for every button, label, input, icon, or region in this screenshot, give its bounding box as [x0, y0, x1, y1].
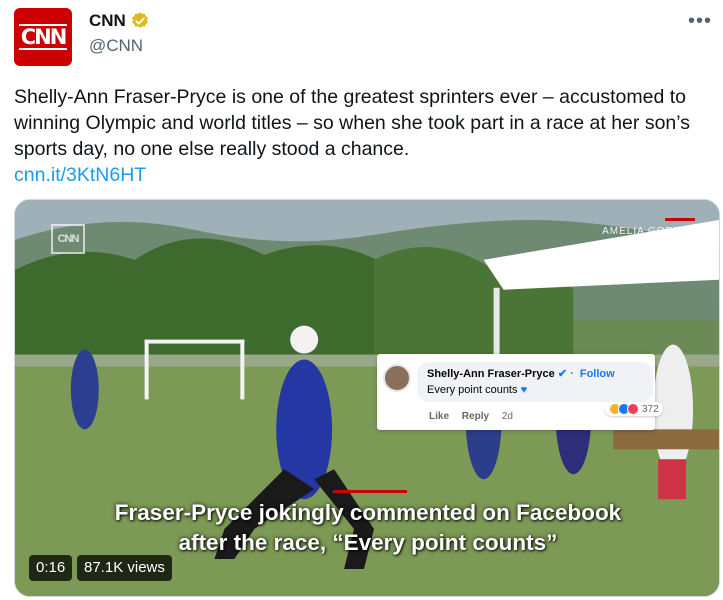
video-caption-line-1: Fraser-Pryce jokingly commented on Faceb…	[114, 500, 622, 525]
tweet-link[interactable]: cnn.it/3KtN6HT	[14, 162, 719, 188]
display-name[interactable]: CNN	[89, 11, 126, 31]
tweet-text: Shelly-Ann Fraser-Pryce is one of the gr…	[14, 84, 719, 188]
video-player[interactable]: CNN AMELIA GORDON Shelly-Ann Fraser-Pryc…	[14, 199, 720, 597]
facebook-comment-text: Every point counts ♥	[427, 384, 527, 396]
handle[interactable]: @CNN	[89, 36, 143, 56]
video-timestamp: 0:16	[29, 555, 73, 581]
facebook-follow: Follow	[579, 368, 615, 380]
caption-accent-bar	[333, 490, 407, 493]
tweet-header: CNN CNN @CNN •••	[14, 8, 714, 66]
emoji-icon: ♥	[520, 384, 528, 396]
avatar-logo-text: CNN	[18, 24, 68, 50]
facebook-verified-icon: ✔	[557, 368, 568, 380]
reaction-count: 372	[642, 403, 659, 415]
cnn-watermark-logo: CNN	[51, 224, 85, 254]
facebook-avatar	[383, 364, 411, 392]
facebook-reactions: 372	[605, 402, 663, 416]
facebook-actions: Like Reply 2d	[429, 411, 523, 422]
video-views: 87.1K views	[77, 555, 172, 581]
tweet-body: Shelly-Ann Fraser-Pryce is one of the gr…	[14, 86, 690, 160]
avatar[interactable]: CNN	[14, 8, 72, 66]
video-caption-line-2: after the race, “Every point counts”	[178, 530, 558, 555]
facebook-reply: Reply	[461, 411, 490, 422]
facebook-commenter: Shelly-Ann Fraser-Pryce ✔ · Follow	[427, 367, 615, 380]
facebook-comment-card: Shelly-Ann Fraser-Pryce ✔ · Follow Every…	[377, 354, 663, 430]
credit-accent-bar	[665, 218, 695, 221]
facebook-like: Like	[429, 411, 450, 422]
facebook-commenter-name: Shelly-Ann Fraser-Pryce	[427, 368, 555, 380]
love-reaction-icon	[627, 403, 639, 415]
facebook-comment-body: Every point counts	[427, 384, 518, 396]
separator-dot: ·	[570, 368, 574, 380]
name-row: CNN	[89, 11, 150, 31]
facebook-comment-bubble: Shelly-Ann Fraser-Pryce ✔ · Follow Every…	[417, 362, 653, 402]
facebook-time: 2d	[501, 411, 513, 422]
more-horizontal-icon[interactable]: •••	[688, 10, 712, 33]
video-credit: AMELIA GORDON	[602, 226, 699, 237]
verified-badge-icon	[131, 12, 148, 28]
